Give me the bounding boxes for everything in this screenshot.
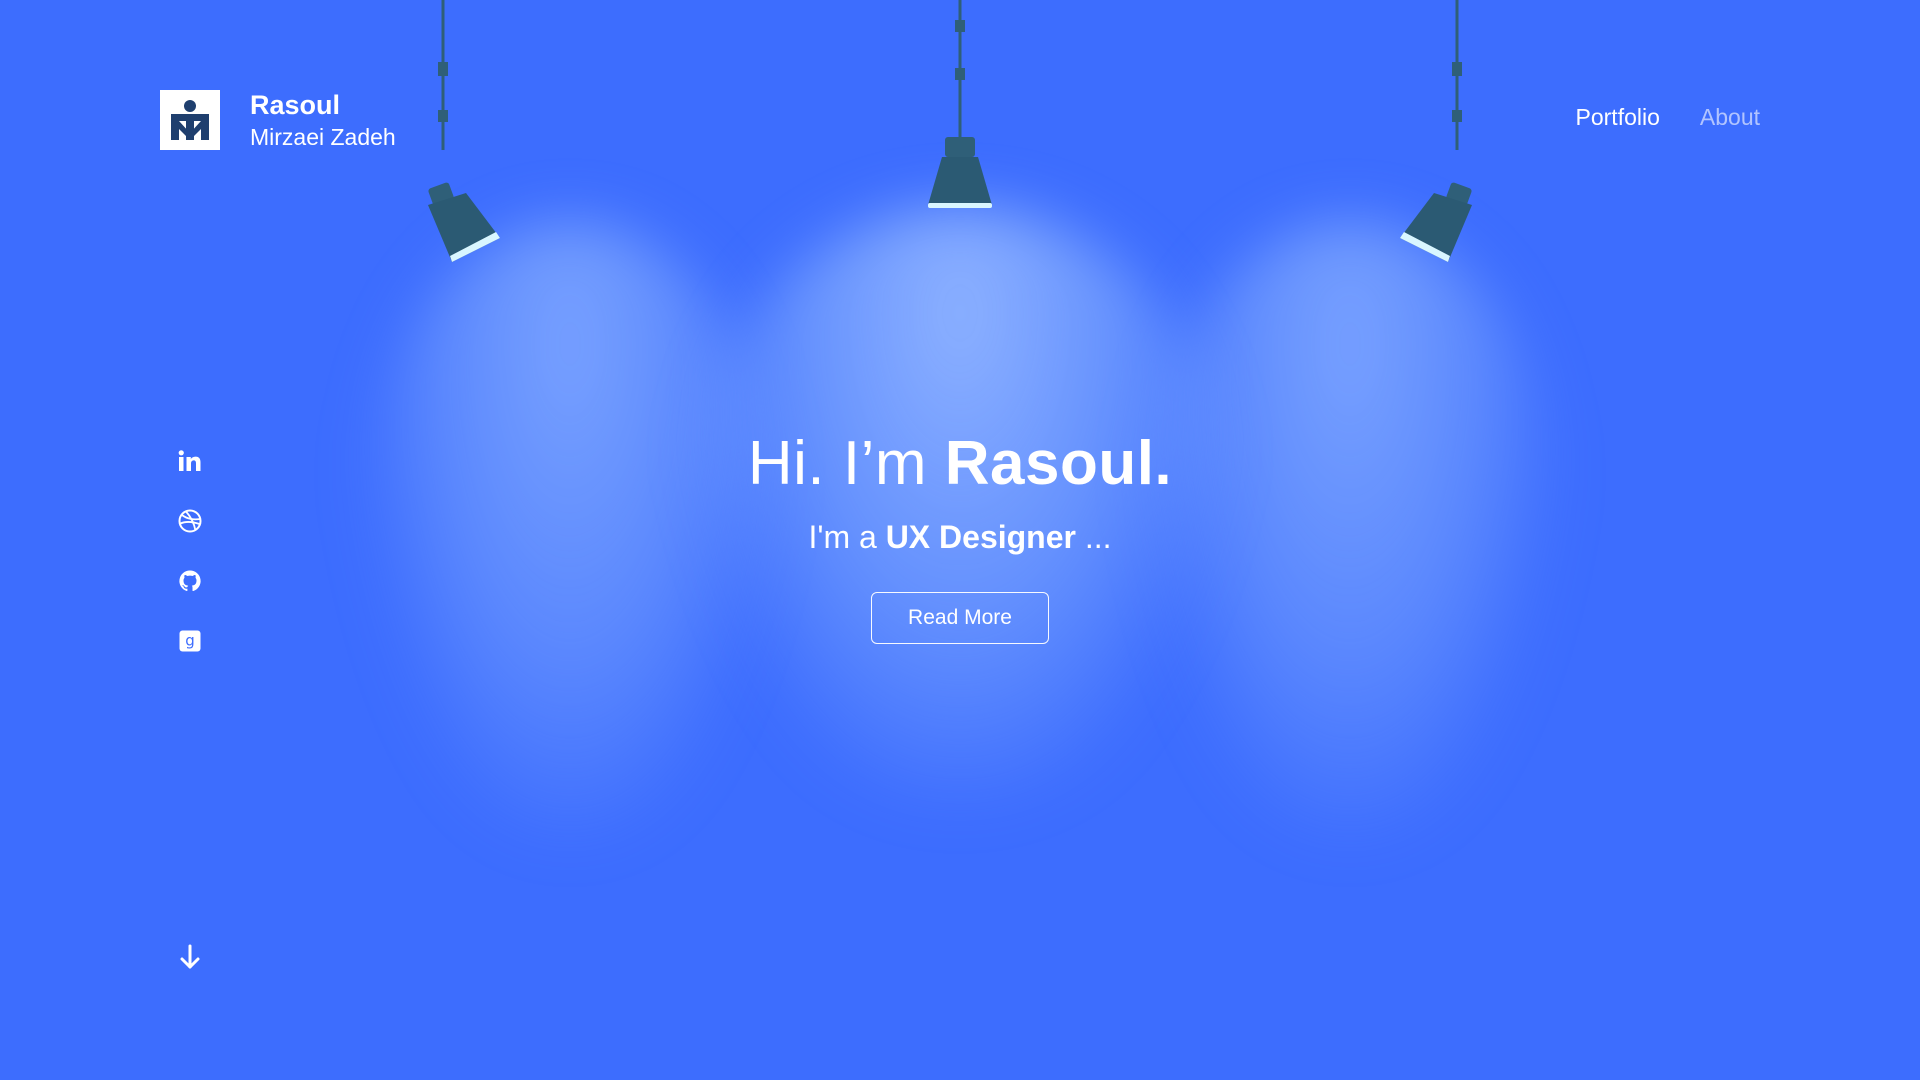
rmz-logo[interactable]: [160, 90, 220, 151]
hero-name: Rasoul.: [944, 429, 1173, 498]
page: Rasoul Mirzaei Zadeh Portfolio About g H…: [0, 0, 1920, 1080]
lamp-left: [400, 0, 520, 270]
hero-sub-suffix: ...: [1075, 519, 1112, 555]
brand-first-name: Rasoul: [250, 90, 341, 120]
nav-portfolio[interactable]: Portfolio: [1576, 104, 1660, 131]
read-more-button[interactable]: Read More: [871, 592, 1049, 644]
hero: Hi. I’m Rasoul. I'm a UX Designer ... Re…: [0, 428, 1920, 644]
hero-role: UX Designer: [885, 519, 1076, 555]
lamp-right: [1400, 0, 1520, 270]
hero-sub-prefix: I'm a: [808, 519, 886, 555]
brand[interactable]: Rasoul Mirzaei Zadeh: [160, 89, 396, 152]
arrow-down-icon[interactable]: [178, 943, 202, 971]
lamp-center: [900, 0, 1020, 220]
hero-greeting: Hi. I’m: [747, 429, 945, 498]
brand-text: Rasoul Mirzaei Zadeh: [250, 89, 396, 152]
brand-last-name: Mirzaei Zadeh: [250, 123, 396, 150]
nav-about[interactable]: About: [1700, 104, 1760, 131]
hero-title: Hi. I’m Rasoul.: [0, 428, 1920, 499]
hero-subtitle: I'm a UX Designer ...: [0, 519, 1920, 556]
main-nav: Portfolio About: [1576, 104, 1760, 131]
